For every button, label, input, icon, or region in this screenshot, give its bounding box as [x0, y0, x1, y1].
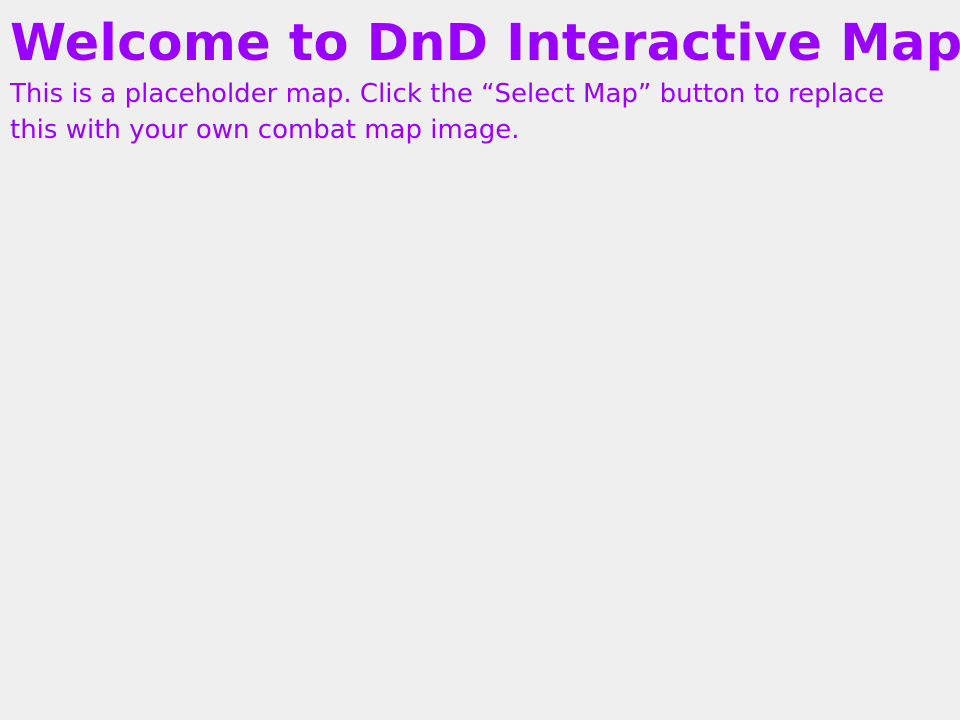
placeholder-message: This is a placeholder map. Click the “Se… — [10, 79, 885, 145]
welcome-title: Welcome to DnD Interactive Map! — [10, 14, 960, 73]
placeholder-map-screen: Welcome to DnD Interactive Map! This is … — [0, 0, 960, 720]
